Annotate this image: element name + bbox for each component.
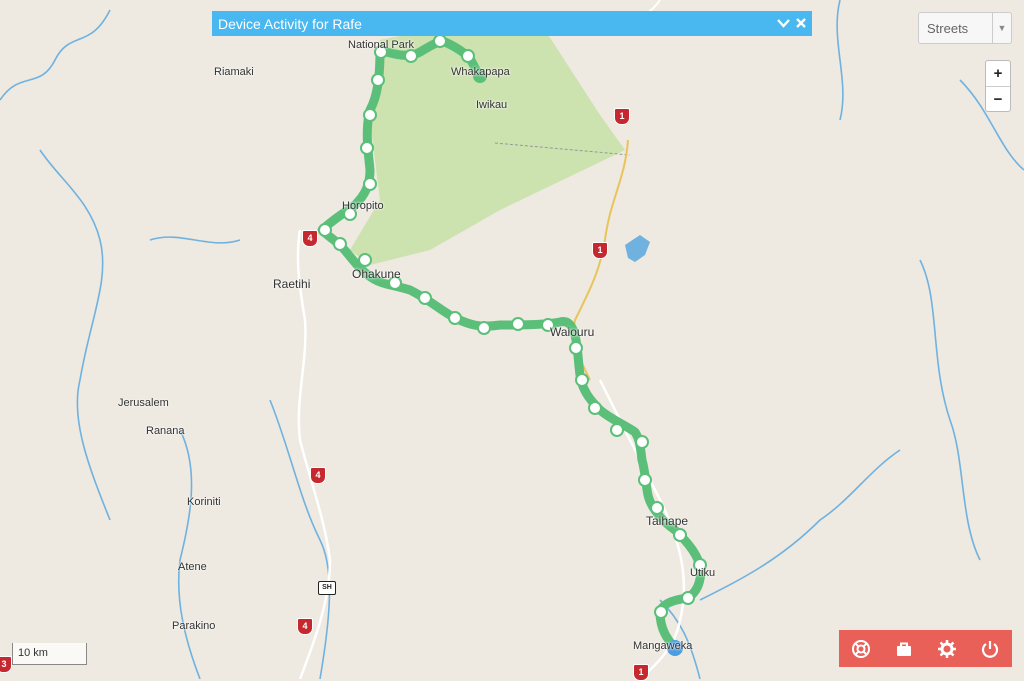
- place-parakino: Parakino: [172, 620, 216, 632]
- highway-shield: 4: [297, 618, 313, 635]
- place-riamaki: Riamaki: [214, 66, 254, 78]
- map-layer-value: Streets: [927, 20, 969, 36]
- highway-shield: 4: [302, 230, 318, 247]
- panel-title: Device Activity for Rafe: [218, 15, 362, 32]
- place-utiku: Utiku: [690, 567, 716, 579]
- device-activity-panel-header[interactable]: Device Activity for Rafe: [212, 11, 812, 36]
- map-scale: 10 km: [12, 643, 87, 665]
- place-jerusalem: Jerusalem: [118, 397, 169, 409]
- power-icon[interactable]: [975, 634, 1005, 664]
- map-canvas[interactable]: [0, 0, 1024, 679]
- highway-shield: 3: [0, 656, 12, 673]
- state-highway-shield: SH: [318, 581, 336, 595]
- place-waiouru: Waiouru: [550, 325, 595, 339]
- zoom-control: + −: [985, 60, 1011, 112]
- place-iwikau: Iwikau: [476, 99, 508, 111]
- zoom-out-button[interactable]: −: [986, 86, 1010, 112]
- lifebuoy-icon[interactable]: [846, 634, 876, 664]
- place-raetihi: Raetihi: [273, 277, 311, 291]
- action-toolbar: [839, 630, 1012, 667]
- place-national-park: National Park: [348, 39, 415, 51]
- dropdown-arrow-icon[interactable]: ▼: [992, 13, 1011, 43]
- place-whakapapa: Whakapapa: [451, 66, 510, 78]
- place-koriniti: Koriniti: [187, 496, 221, 508]
- close-icon[interactable]: [796, 16, 806, 31]
- place-horopito: Horopito: [342, 200, 384, 212]
- map-layer-select[interactable]: Streets ▼: [918, 12, 1012, 44]
- zoom-in-button[interactable]: +: [986, 61, 1010, 86]
- place-mangaweka: Mangaweka: [633, 640, 693, 652]
- briefcase-icon[interactable]: [889, 634, 919, 664]
- chevron-down-icon[interactable]: [777, 16, 790, 31]
- place-ohakune: Ohakune: [352, 267, 401, 281]
- highway-shield: 1: [592, 242, 608, 259]
- place-taihape: Taihape: [646, 514, 689, 528]
- highway-shield: 1: [614, 108, 630, 125]
- highway-shield: 1: [633, 664, 649, 681]
- gear-icon[interactable]: [932, 634, 962, 664]
- place-ranana: Ranana: [146, 425, 185, 437]
- place-atene: Atene: [178, 561, 207, 573]
- highway-shield: 4: [310, 467, 326, 484]
